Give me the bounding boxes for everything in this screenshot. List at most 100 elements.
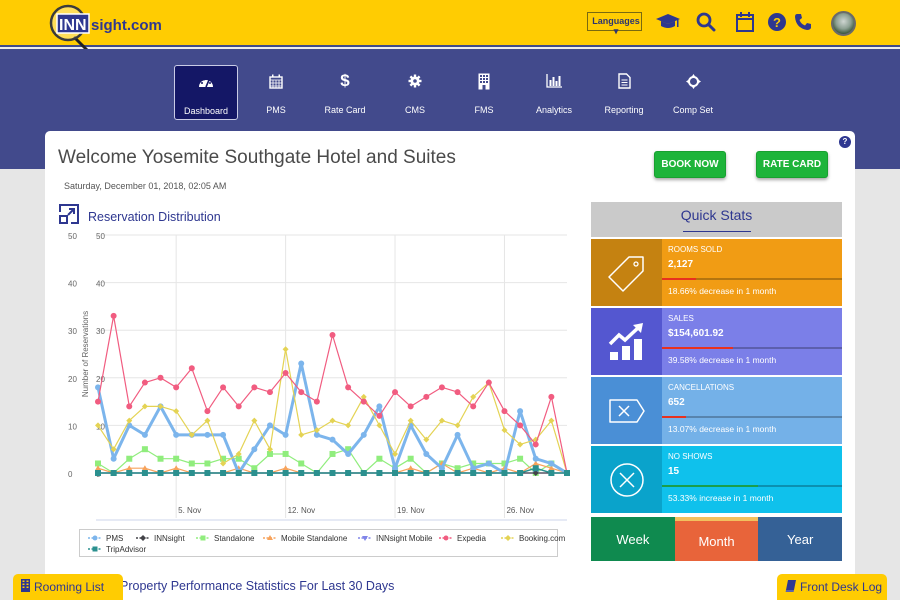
growth-chart-icon (591, 308, 662, 375)
legend-item[interactable]: INNsight (136, 533, 185, 543)
caret-down-icon: ▾ (613, 26, 619, 36)
period-month-button[interactable]: Month (674, 517, 759, 561)
legend-item[interactable]: TripAdvisor (88, 544, 146, 554)
data-point (204, 470, 211, 476)
nav-label: Rate Card (324, 105, 366, 115)
data-point (95, 398, 101, 405)
stat-value: 652 (668, 397, 685, 408)
legend-item[interactable]: INNsight Mobile (358, 533, 432, 543)
nav-dashboard[interactable]: Dashboard (174, 65, 238, 120)
price-tag-icon (591, 239, 662, 306)
rate-card-button[interactable]: RATE CARD (756, 151, 828, 178)
period-selector: Week Month Year (591, 517, 843, 561)
data-point (345, 384, 352, 391)
stat-change-note: 39.58% decrease in 1 month (668, 355, 777, 365)
reservation-distribution-title: Reservation Distribution (88, 209, 221, 224)
quick-stats-title: Quick Stats (680, 207, 753, 223)
search-icon[interactable] (694, 10, 718, 34)
data-point (282, 470, 289, 476)
y-tick-label: 0 (68, 470, 73, 479)
stat-label: ROOMS SOLD (668, 245, 723, 254)
stat-no-shows[interactable]: NO SHOWS 15 53.33% increase in 1 month (591, 446, 842, 513)
period-year-button[interactable]: Year (758, 517, 843, 561)
help-circle-icon[interactable]: ? (765, 10, 789, 34)
nav-comp-set[interactable]: Comp Set (659, 65, 727, 120)
book-icon (785, 579, 796, 595)
graduation-cap-icon[interactable] (656, 10, 680, 34)
data-point (126, 403, 133, 410)
data-point (345, 450, 352, 457)
stat-progress-bar (662, 485, 842, 487)
data-point (126, 455, 133, 462)
stat-cancellations[interactable]: CANCELLATIONS 652 13.07% decrease in 1 m… (591, 377, 842, 444)
data-point (376, 422, 383, 429)
data-point (454, 422, 461, 429)
languages-dropdown[interactable]: Languages ▾ (587, 12, 642, 36)
legend-item[interactable]: PMS (88, 533, 123, 543)
nav-fms[interactable]: FMS (450, 65, 518, 120)
title-underline (683, 231, 751, 232)
y-tick-label: 40 (68, 280, 77, 289)
stat-progress-bar (662, 347, 842, 349)
rooming-list-icon (21, 579, 30, 595)
expand-icon[interactable] (58, 203, 80, 230)
data-point (345, 422, 352, 429)
data-point (110, 312, 117, 319)
logo-rest-text: sight.com (91, 17, 162, 34)
reservation-distribution-header: Reservation Distribution (58, 203, 221, 230)
nav-rate-card[interactable]: $ Rate Card (311, 65, 379, 120)
y-axis-title: Number of Reservations (81, 311, 90, 397)
y-tick-label: 20 (68, 375, 77, 384)
stat-rooms-sold[interactable]: ROOMS SOLD 2,127 18.66% decrease in 1 mo… (591, 239, 842, 306)
data-point (438, 470, 445, 476)
legend-item[interactable]: Expedia (439, 533, 486, 543)
help-icon[interactable]: ? (839, 136, 851, 148)
x-tick-label: 12. Nov (288, 506, 316, 515)
user-avatar[interactable] (831, 11, 856, 36)
data-point (298, 460, 305, 467)
period-week-button[interactable]: Week (591, 517, 675, 561)
stat-value: 2,127 (668, 259, 694, 270)
reservation-chart: 00101020203030404050505. Nov12. Nov19. N… (68, 232, 570, 521)
data-point (329, 436, 336, 443)
data-point (110, 455, 117, 462)
legend-item[interactable]: Standalone (196, 533, 254, 543)
nav-analytics[interactable]: Analytics (520, 65, 588, 120)
nav-reporting[interactable]: Reporting (590, 65, 658, 120)
rooming-list-button[interactable]: Rooming List (13, 574, 123, 600)
nav-cms[interactable]: CMS (381, 65, 449, 120)
stat-body: NO SHOWS 15 53.33% increase in 1 month (662, 446, 842, 513)
data-point (282, 370, 289, 377)
series-line-expedia (97, 315, 568, 474)
data-point (298, 470, 305, 476)
legend-item[interactable]: Booking.com (501, 533, 565, 543)
data-point (126, 470, 133, 476)
nav-label: PMS (266, 105, 286, 115)
nav-label: Comp Set (672, 105, 714, 115)
stat-body: SALES $154,601.92 39.58% decrease in 1 m… (662, 308, 842, 375)
nav-label: Analytics (535, 105, 572, 115)
data-point (173, 384, 180, 391)
nav-pms[interactable]: PMS (242, 65, 310, 120)
data-point (235, 470, 242, 476)
bar-chart-icon (546, 69, 562, 93)
data-point (266, 422, 273, 429)
data-point (548, 393, 555, 400)
data-point (501, 470, 508, 476)
book-now-button[interactable]: BOOK NOW (654, 151, 726, 178)
stat-sales[interactable]: SALES $154,601.92 39.58% decrease in 1 m… (591, 308, 842, 375)
gear-icon (408, 69, 422, 93)
legend-item[interactable]: Mobile Standalone (263, 533, 347, 543)
front-desk-log-button[interactable]: Front Desk Log (777, 574, 887, 600)
data-point (329, 470, 336, 476)
data-point (360, 431, 367, 438)
calendar-icon[interactable] (733, 10, 757, 34)
legend-symbol-icon (136, 535, 150, 541)
data-point (266, 389, 273, 396)
data-point (282, 346, 289, 353)
phone-icon[interactable] (791, 10, 815, 34)
data-point (157, 374, 164, 381)
data-point (141, 446, 148, 453)
data-point (282, 431, 289, 438)
stat-progress-fill (662, 347, 734, 349)
